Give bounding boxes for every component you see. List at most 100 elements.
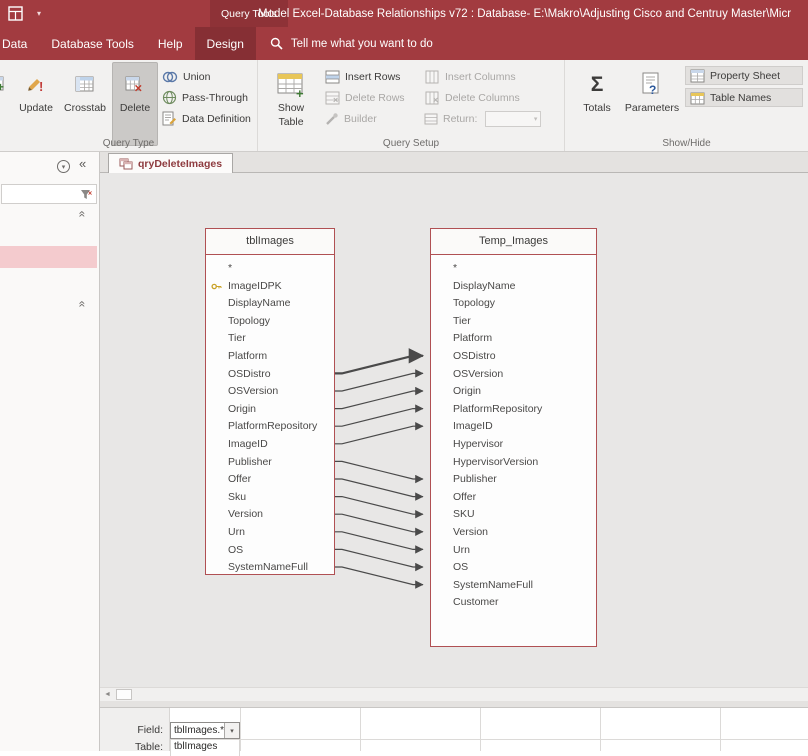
field-row-SystemNameFull[interactable]: SystemNameFull [431, 577, 596, 595]
field-row-asterisk[interactable]: * [206, 260, 334, 278]
tab-external-data[interactable]: Data [0, 27, 39, 60]
field-row-OSDistro[interactable]: OSDistro [431, 348, 596, 366]
field-row-Topology[interactable]: Topology [431, 295, 596, 313]
ribbon-tab-bar: Data Database Tools Help Design Tell me … [0, 27, 808, 60]
field-row-ImageIDPK[interactable]: ImageIDPK [206, 278, 334, 296]
tab-design[interactable]: Design [195, 27, 256, 60]
field-row-Urn[interactable]: Urn [206, 524, 334, 542]
crosstab-button[interactable]: Crosstab [60, 62, 110, 146]
grid-field-cell[interactable]: tblImages.* ▾ [170, 722, 240, 739]
field-row-OSVersion[interactable]: OSVersion [206, 383, 334, 401]
property-sheet-button[interactable]: Property Sheet [685, 66, 803, 85]
field-row-SKU[interactable]: SKU [431, 506, 596, 524]
join-line-ImageID[interactable] [335, 426, 423, 444]
tab-help[interactable]: Help [146, 27, 195, 60]
show-table-button[interactable]: + Show Table [266, 62, 316, 146]
join-line-PlatformRepository[interactable] [335, 409, 423, 427]
delete-rows-button[interactable]: × Delete Rows [320, 87, 416, 108]
field-row-Publisher[interactable]: Publisher [206, 454, 334, 472]
nav-pane-menu-icon[interactable]: ▾ [57, 160, 70, 173]
scroll-left-icon[interactable]: ◄ [100, 688, 115, 701]
field-row-Tier[interactable]: Tier [206, 330, 334, 348]
grid-table-cell[interactable]: tblImages [170, 739, 240, 756]
pass-through-button[interactable]: Pass-Through [158, 87, 256, 108]
join-line-Version[interactable] [335, 514, 423, 532]
table-card-tblImages[interactable]: tblImages *ImageIDPKDisplayNameTopologyTi… [205, 228, 335, 575]
nav-selected-item[interactable] [0, 246, 97, 268]
builder-icon [324, 112, 339, 126]
field-name: Version [228, 508, 263, 520]
access-app-icon[interactable] [8, 6, 23, 26]
field-row-Platform[interactable]: Platform [206, 348, 334, 366]
field-row-SystemNameFull[interactable]: SystemNameFull [206, 559, 334, 577]
field-row-ImageID[interactable]: ImageID [206, 436, 334, 454]
field-dropdown-button[interactable]: ▾ [224, 723, 239, 738]
field-row-OS[interactable]: OS [431, 559, 596, 577]
join-line-Publisher[interactable] [335, 461, 423, 479]
delete-columns-button[interactable]: × Delete Columns [420, 87, 562, 108]
field-row-Origin[interactable]: Origin [431, 383, 596, 401]
collapse-group-icon[interactable]: « [75, 211, 89, 218]
table-card-title[interactable]: tblImages [206, 229, 334, 255]
field-row-Tier[interactable]: Tier [431, 313, 596, 331]
quick-access-toolbar-arrow-icon[interactable]: ▾ [37, 9, 41, 18]
field-row-Topology[interactable]: Topology [206, 313, 334, 331]
tell-me-search[interactable]: Tell me what you want to do [270, 27, 433, 60]
field-row-Platform[interactable]: Platform [431, 330, 596, 348]
nav-search-box[interactable]: × [1, 184, 97, 204]
insert-rows-button[interactable]: Insert Rows [320, 66, 416, 87]
field-row-Version[interactable]: Version [431, 524, 596, 542]
field-row-HypervisorVersion[interactable]: HypervisorVersion [431, 454, 596, 472]
field-row-PlatformRepository[interactable]: PlatformRepository [431, 401, 596, 419]
builder-button[interactable]: Builder [320, 108, 416, 129]
union-button[interactable]: Union [158, 66, 256, 87]
return-control[interactable]: Return: ▾ [420, 108, 562, 129]
field-row-DisplayName[interactable]: DisplayName [431, 278, 596, 296]
field-row-Urn[interactable]: Urn [431, 542, 596, 560]
update-button[interactable]: ! Update [14, 62, 58, 146]
field-row-OSDistro[interactable]: OSDistro [206, 366, 334, 384]
design-surface[interactable]: tblImages*ImageIDPKDisplayNameTopologyTi… [100, 173, 808, 687]
totals-button[interactable]: Σ Totals [575, 62, 619, 146]
join-line-Offer[interactable] [335, 479, 423, 497]
field-row-Version[interactable]: Version [206, 506, 334, 524]
field-row-Offer[interactable]: Offer [431, 489, 596, 507]
collapse-group-icon[interactable]: « [75, 301, 89, 308]
scrollbar-thumb[interactable] [116, 689, 132, 700]
document-tab-qrydeleteimages[interactable]: qryDeleteImages [108, 153, 233, 173]
table-names-button[interactable]: Table Names [685, 88, 803, 107]
tab-database-tools[interactable]: Database Tools [39, 27, 146, 60]
delete-button[interactable]: × Delete [112, 62, 158, 146]
field-row-Offer[interactable]: Offer [206, 471, 334, 489]
field-row-ImageID[interactable]: ImageID [431, 418, 596, 436]
field-row-OSVersion[interactable]: OSVersion [431, 366, 596, 384]
parameters-button[interactable]: ? Parameters [623, 62, 681, 146]
join-line-Origin[interactable] [335, 391, 423, 409]
field-name: Tier [228, 332, 246, 344]
field-row-Hypervisor[interactable]: Hypervisor [431, 436, 596, 454]
clear-filter-icon[interactable]: × [80, 189, 93, 201]
document-tab-bar: qryDeleteImages [100, 152, 808, 173]
shutter-close-icon[interactable]: « [79, 156, 86, 171]
field-row-Sku[interactable]: Sku [206, 489, 334, 507]
join-line-OS[interactable] [335, 549, 423, 567]
data-definition-button[interactable]: Data Definition [158, 108, 256, 129]
field-row-Publisher[interactable]: Publisher [431, 471, 596, 489]
field-row-PlatformRepository[interactable]: PlatformRepository [206, 418, 334, 436]
join-line-SystemNameFull[interactable] [335, 567, 423, 585]
insert-columns-button[interactable]: Insert Columns [420, 66, 562, 87]
join-line-Sku[interactable] [335, 497, 423, 515]
return-combobox[interactable]: ▾ [485, 111, 541, 127]
field-row-DisplayName[interactable]: DisplayName [206, 295, 334, 313]
join-line-OSDistro[interactable] [335, 356, 423, 374]
field-row-Customer[interactable]: Customer [431, 594, 596, 612]
table-card-Temp_Images[interactable]: Temp_Images*DisplayNameTopologyTierPlatf… [430, 228, 597, 647]
field-row-asterisk[interactable]: * [431, 260, 596, 278]
join-line-Urn[interactable] [335, 532, 423, 550]
horizontal-scrollbar[interactable]: ◄ [100, 687, 808, 701]
field-row-label: Field: [137, 723, 163, 737]
field-row-Origin[interactable]: Origin [206, 401, 334, 419]
field-row-OS[interactable]: OS [206, 542, 334, 560]
join-line-OSVersion[interactable] [335, 373, 423, 391]
table-card-title[interactable]: Temp_Images [431, 229, 596, 255]
